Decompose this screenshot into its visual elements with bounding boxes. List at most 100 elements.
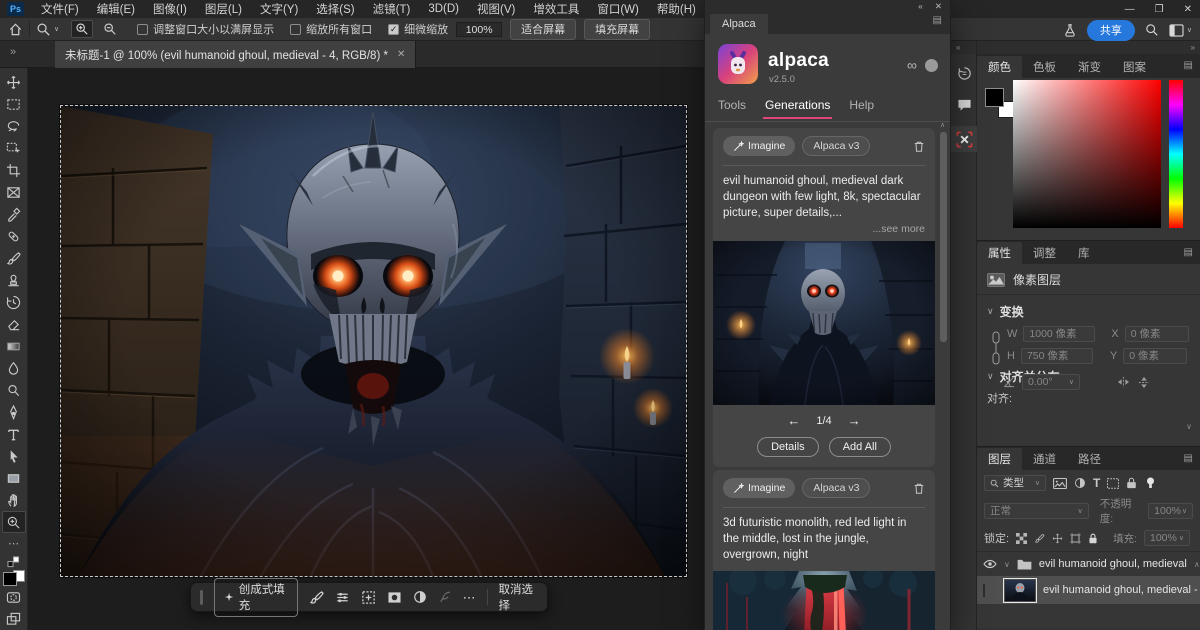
rectangle-tool[interactable] [2, 467, 26, 489]
menu-file[interactable]: 文件(F) [32, 1, 88, 17]
menu-edit[interactable]: 编辑(E) [88, 1, 144, 17]
panel-menu-icon[interactable]: ▤ [933, 15, 942, 26]
marquee-tool[interactable] [2, 93, 26, 115]
history-brush-tool[interactable] [2, 291, 26, 313]
type-tool[interactable] [2, 423, 26, 445]
path-selection-tool[interactable] [2, 445, 26, 467]
lock-all-icon[interactable] [1088, 533, 1098, 544]
drag-handle[interactable] [200, 590, 203, 605]
brush-icon[interactable] [309, 590, 324, 605]
more-tools-icon[interactable]: ⋯ [2, 533, 26, 555]
panel-drag-strip[interactable]: « ✕ [705, 0, 950, 12]
dock-header[interactable]: « [951, 41, 976, 54]
checkbox-zoom-all-windows[interactable]: 缩放所有窗口 [290, 21, 372, 37]
group-expand-icon[interactable]: ∨ [1004, 560, 1010, 569]
angle-field[interactable]: 0.00° ∨ [1022, 374, 1080, 390]
close-button[interactable]: ✕ [1184, 4, 1192, 15]
tab-help[interactable]: Help [849, 98, 874, 112]
lock-artboard-icon[interactable] [1070, 533, 1081, 544]
restore-button[interactable]: ❐ [1155, 4, 1164, 15]
imagine-chip[interactable]: Imagine [723, 478, 795, 498]
zoom-in-button[interactable] [71, 20, 93, 38]
zoom-out-button[interactable] [99, 20, 121, 38]
color-field[interactable] [1013, 80, 1161, 228]
next-icon[interactable]: → [848, 413, 861, 428]
pen-tool[interactable] [2, 401, 26, 423]
width-field[interactable]: 1000 像素 [1023, 326, 1095, 342]
menu-filter[interactable]: 滤镜(T) [364, 1, 420, 17]
menu-view[interactable]: 视图(V) [468, 1, 524, 17]
swap-colors-icon[interactable] [2, 555, 26, 569]
visibility-eye-icon[interactable] [983, 559, 997, 569]
trash-icon[interactable] [913, 482, 925, 495]
dock-header[interactable]: » [977, 41, 1200, 54]
foreground-color-swatch[interactable] [3, 572, 17, 586]
transform-section-header[interactable]: ∨ 变换 [977, 295, 1200, 324]
deselect-button[interactable]: 取消选择 [498, 581, 538, 613]
eraser-tool[interactable] [2, 313, 26, 335]
tab-generations[interactable]: Generations [765, 98, 830, 112]
imagine-chip[interactable]: Imagine [723, 136, 795, 156]
lock-pixels-icon[interactable] [1034, 533, 1045, 544]
brush-tool[interactable] [2, 247, 26, 269]
lasso-tool[interactable] [2, 115, 26, 137]
adjustment-circle-icon[interactable] [413, 590, 427, 604]
generation-thumbnail[interactable] [713, 241, 935, 405]
hue-slider[interactable] [1169, 80, 1183, 228]
flip-vertical-icon[interactable] [1137, 376, 1151, 389]
zoom-tool-icon[interactable]: ∨ [36, 22, 59, 37]
tab-tools[interactable]: Tools [718, 98, 746, 112]
checkbox-resize-windows[interactable]: 调整窗口大小以满屏显示 [137, 21, 274, 37]
search-icon[interactable] [1145, 23, 1159, 37]
tab-color[interactable]: 颜色 [977, 56, 1022, 78]
x-field[interactable]: 0 像素 [1125, 326, 1189, 342]
tab-patterns[interactable]: 图案 [1112, 56, 1157, 78]
tab-channels[interactable]: 通道 [1022, 448, 1067, 470]
scrollbar-thumb[interactable] [940, 132, 947, 342]
panel-menu-icon[interactable]: ▤ [1184, 453, 1193, 464]
blur-tool[interactable] [2, 357, 26, 379]
model-chip[interactable]: Alpaca v3 [802, 136, 870, 156]
layer-row-selected[interactable]: evil humanoid ghoul, medieval - 4 [977, 576, 1200, 604]
toggle-knob[interactable] [925, 59, 938, 72]
crop-tool[interactable] [2, 159, 26, 181]
adjustments-icon[interactable] [335, 590, 350, 605]
minimize-button[interactable]: — [1125, 4, 1135, 15]
panel-expander-icon[interactable]: » [10, 46, 16, 58]
generative-fill-button[interactable]: 创成式填充 [214, 578, 298, 617]
history-panel-icon[interactable] [951, 60, 978, 86]
menu-layer[interactable]: 图层(L) [196, 1, 251, 17]
collapse-panel-icon[interactable]: « [918, 1, 923, 11]
panel-menu-icon[interactable]: ▤ [1184, 60, 1193, 71]
tab-layers[interactable]: 图层 [977, 448, 1022, 470]
dodge-tool[interactable] [2, 379, 26, 401]
transform-selection-icon[interactable] [361, 590, 376, 605]
filter-shape-icon[interactable] [1107, 478, 1119, 489]
tech-preview-icon[interactable] [1063, 23, 1077, 38]
details-button[interactable]: Details [757, 437, 819, 457]
y-field[interactable]: 0 像素 [1123, 348, 1187, 364]
menu-image[interactable]: 图像(I) [144, 1, 196, 17]
close-panel-icon[interactable]: ✕ [935, 1, 942, 12]
height-field[interactable]: 750 像素 [1021, 348, 1093, 364]
move-tool[interactable] [2, 71, 26, 93]
fill-field[interactable]: 100% ∨ [1144, 530, 1190, 546]
quick-mask-button[interactable] [2, 586, 26, 608]
add-all-button[interactable]: Add All [829, 437, 891, 457]
prev-icon[interactable]: ← [787, 413, 800, 428]
share-button[interactable]: 共享 [1087, 20, 1135, 41]
blend-mode-dropdown[interactable]: 正常 ∨ [984, 503, 1089, 519]
generation-thumbnail[interactable] [713, 571, 935, 630]
menu-type[interactable]: 文字(Y) [251, 1, 307, 17]
layer-group-row[interactable]: ∨ evil humanoid ghoul, medieval ∧ [977, 552, 1200, 576]
screen-mode-button[interactable] [2, 608, 26, 630]
tab-swatches[interactable]: 色板 [1022, 56, 1067, 78]
workspace-switcher[interactable]: ∨ [1169, 24, 1192, 37]
foreground-background-colors[interactable] [3, 572, 25, 582]
filter-smart-object-icon[interactable] [1126, 477, 1137, 489]
checkbox-scrubby-zoom[interactable]: ✓ 细微缩放 [388, 21, 448, 37]
lock-position-icon[interactable] [1052, 533, 1063, 544]
more-options-icon[interactable]: ⋯ [463, 591, 476, 604]
filter-pixel-icon[interactable] [1053, 478, 1067, 489]
frame-tool[interactable] [2, 181, 26, 203]
